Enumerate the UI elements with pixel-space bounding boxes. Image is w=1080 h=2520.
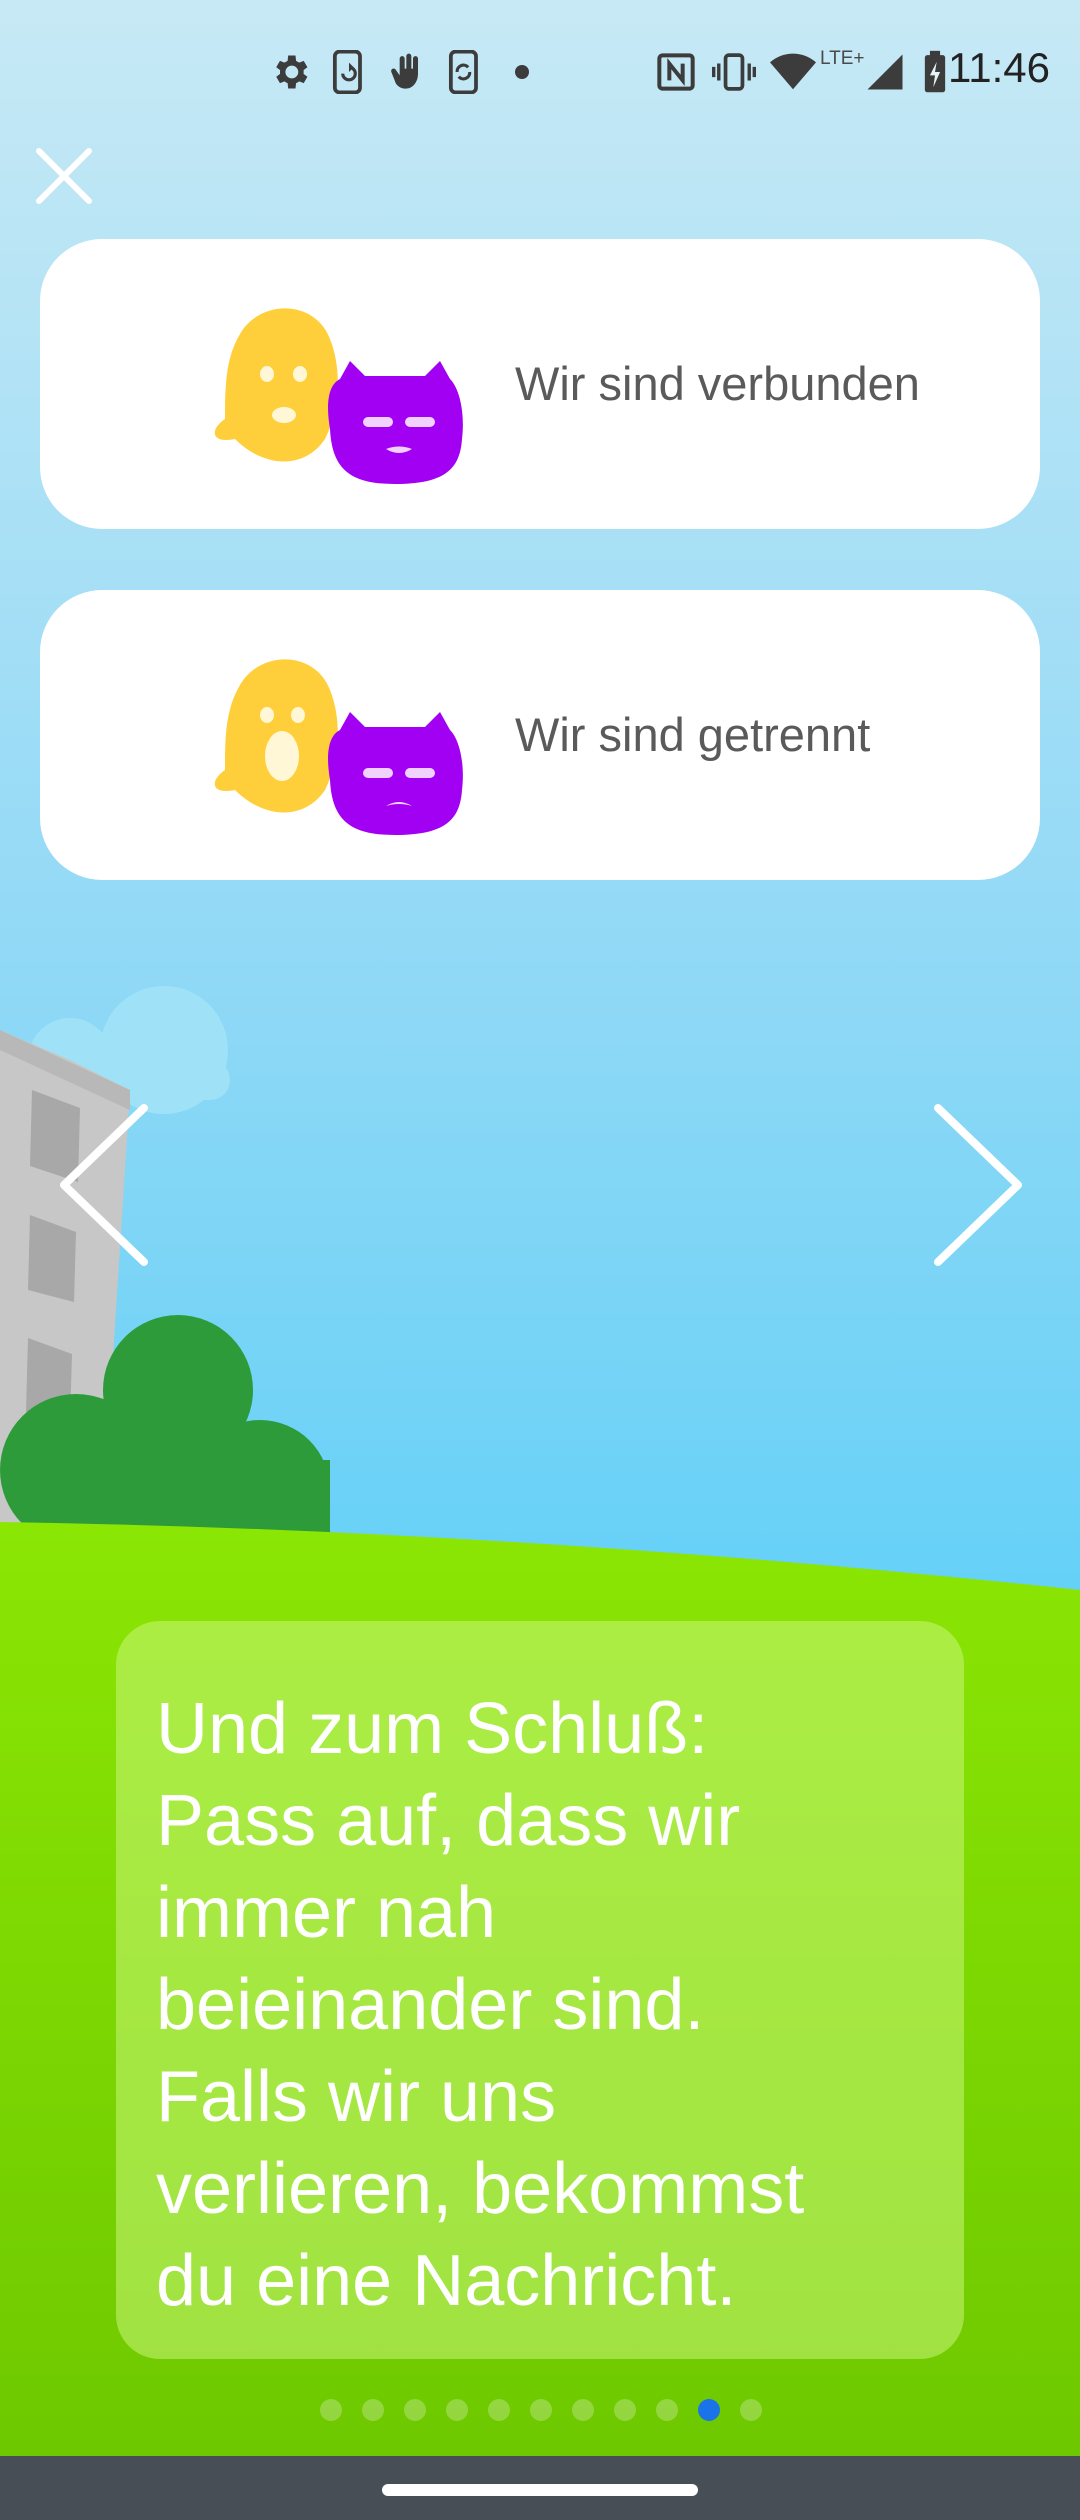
nfc-icon — [657, 53, 695, 91]
disconnected-characters-icon — [214, 659, 463, 835]
screen-rotate-icon — [332, 50, 362, 94]
battery-charging-icon — [924, 50, 946, 93]
page-dot-5[interactable] — [488, 2399, 510, 2421]
onboarding-screen: LTE+ 11:46 Wir sind verbunden Wir sind g… — [0, 0, 1080, 2520]
previous-button[interactable] — [52, 1100, 162, 1270]
status-time: 11:46 — [948, 44, 1050, 91]
cell-signal-icon — [867, 54, 903, 90]
chevron-right-icon — [934, 1104, 1022, 1266]
message-text: Und zum Schluß: Pass auf, dass wir immer… — [156, 1689, 805, 2321]
vibrate-icon — [712, 53, 756, 91]
page-dot-6[interactable] — [530, 2399, 552, 2421]
home-handle[interactable] — [382, 2484, 698, 2496]
hand-gesture-icon — [391, 53, 418, 89]
message-bubble: Und zum Schluß: Pass auf, dass wir immer… — [116, 1621, 964, 2359]
page-dot-10[interactable] — [698, 2399, 720, 2421]
system-navigation-bar — [0, 2456, 1080, 2520]
settings-icon — [276, 55, 308, 89]
card-label: Wir sind getrennt — [515, 708, 871, 761]
page-dot-7[interactable] — [572, 2399, 594, 2421]
page-dot-8[interactable] — [614, 2399, 636, 2421]
page-dot-1[interactable] — [320, 2399, 342, 2421]
page-indicator — [320, 2399, 762, 2421]
connected-characters-icon — [214, 308, 463, 484]
network-type-label: LTE+ — [820, 48, 865, 69]
page-dot-9[interactable] — [656, 2399, 678, 2421]
wifi-icon — [770, 53, 816, 90]
close-button[interactable] — [34, 146, 94, 206]
status-bar: LTE+ 11:46 — [0, 0, 1080, 140]
dot-icon — [515, 65, 529, 79]
page-dot-3[interactable] — [404, 2399, 426, 2421]
card-connected[interactable]: Wir sind verbunden — [40, 239, 1040, 529]
page-dot-11[interactable] — [740, 2399, 762, 2421]
page-dot-4[interactable] — [446, 2399, 468, 2421]
next-button[interactable] — [920, 1100, 1030, 1270]
chevron-left-icon — [60, 1104, 148, 1266]
card-label: Wir sind verbunden — [515, 357, 920, 410]
card-disconnected[interactable]: Wir sind getrennt — [40, 590, 1040, 880]
page-dot-2[interactable] — [362, 2399, 384, 2421]
screen-sync-icon — [448, 50, 478, 94]
close-icon — [36, 148, 92, 204]
